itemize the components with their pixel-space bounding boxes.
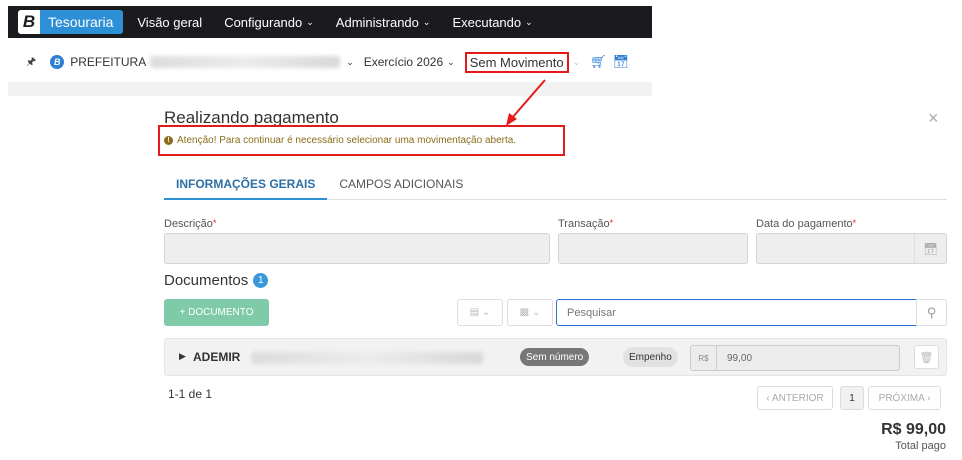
descricao-label: Descrição* [164, 218, 217, 230]
data-pagamento-label: Data do pagamento* [756, 218, 857, 230]
columns-icon: ▩ [519, 307, 530, 318]
descricao-input[interactable] [164, 233, 550, 264]
view-toggle-button[interactable]: ▤ ⌄ [457, 299, 503, 326]
currency-addon: R$ [691, 346, 717, 370]
columns-toggle-button[interactable]: ▩ ⌄ [507, 299, 553, 326]
warning-icon: ! [164, 136, 173, 145]
chevron-down-icon: ⌄ [532, 307, 541, 318]
add-document-button[interactable]: + DOCUMENTO [164, 299, 269, 326]
type-tag: Empenho [623, 347, 678, 367]
total-value: R$ 99,00 [881, 421, 946, 438]
next-page-button[interactable]: PRÓXIMA › [868, 386, 941, 410]
search-icon[interactable]: ⚲ [916, 299, 947, 326]
document-name-redacted [251, 352, 483, 364]
data-pagamento-input[interactable]: 📅︎ [756, 233, 947, 264]
list-view-icon: ▤ [469, 307, 480, 318]
number-tag: Sem número [520, 348, 590, 366]
prev-page-button[interactable]: ‹ ANTERIOR [757, 386, 833, 410]
document-row[interactable]: ▶ ADEMIR Sem número Empenho R$ 99,00 🗑︎ [164, 338, 947, 376]
search-input[interactable] [556, 299, 917, 326]
documents-count-badge: 1 [253, 273, 269, 288]
tab-campos-adicionais[interactable]: CAMPOS ADICIONAIS [327, 171, 475, 200]
documents-heading: Documentos 1 [164, 272, 269, 289]
close-icon[interactable]: × [928, 108, 939, 129]
transacao-label: Transação* [558, 218, 614, 230]
calendar-icon[interactable]: 📅︎ [914, 234, 946, 263]
modal-tabs: INFORMAÇÕES GERAIS CAMPOS ADICIONAIS [164, 171, 947, 200]
tab-informacoes-gerais[interactable]: INFORMAÇÕES GERAIS [164, 171, 328, 200]
alert-text: Atenção! Para continuar é necessário sel… [177, 135, 517, 146]
warning-alert: ! Atenção! Para continuar é necessário s… [158, 125, 565, 156]
chevron-down-icon: ⌄ [482, 307, 491, 318]
transacao-input[interactable] [558, 233, 748, 264]
page-1-button[interactable]: 1 [840, 386, 864, 410]
total-label: Total pago [895, 440, 946, 452]
expand-caret-icon[interactable]: ▶ [179, 351, 186, 362]
document-name: ADEMIR [193, 350, 241, 364]
trash-icon[interactable]: 🗑︎ [914, 345, 939, 369]
document-value-input[interactable]: R$ 99,00 [690, 345, 900, 371]
document-value: 99,00 [727, 352, 753, 364]
pagination-info: 1-1 de 1 [168, 387, 213, 401]
